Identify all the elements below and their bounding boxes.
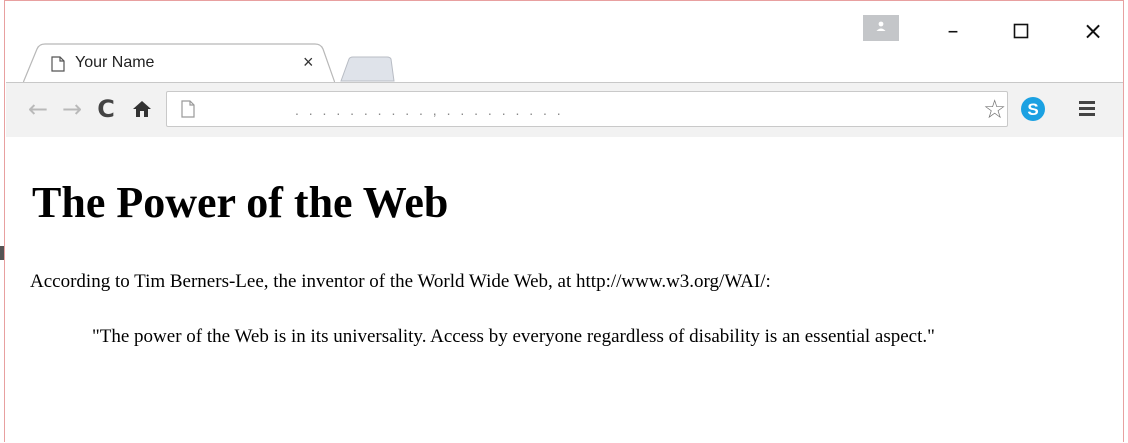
quote-block: "The power of the Web is in its universa… [92,326,935,347]
browser-toolbar: ← → C . . . . . . . . . . , . . . . . . … [6,82,1123,138]
profile-icon [875,19,887,37]
address-bar[interactable]: . . . . . . . . . . , . . . . . . . . . … [166,91,1008,127]
back-button[interactable]: ← [24,95,52,123]
minimize-button[interactable]: – [925,11,981,51]
reload-button[interactable]: C [92,95,120,123]
page-heading: The Power of the Web [32,178,449,227]
document-icon [51,56,65,72]
bookmark-star-icon[interactable]: ☆ [983,95,1006,125]
page-content: The Power of the Web According to Tim Be… [6,137,1123,443]
maximize-button[interactable] [993,11,1049,51]
intro-paragraph: According to Tim Berners-Lee, the invent… [30,271,771,292]
title-bar: Your Name × – × [5,1,1123,83]
tab-shape [23,43,335,83]
page-icon [181,100,195,123]
tab-your-name[interactable]: Your Name × [23,43,335,83]
maximize-icon [1013,23,1029,39]
tab-title: Your Name [75,54,155,71]
browser-window: Your Name × – × ← → C . . . . . . . . . … [4,0,1124,443]
skype-extension-icon[interactable]: S [1020,96,1046,122]
svg-text:S: S [1027,100,1038,119]
home-icon [133,101,151,117]
menu-icon[interactable] [1076,97,1098,119]
close-window-button[interactable]: × [1065,11,1121,51]
forward-button[interactable]: → [58,95,86,123]
tab-close-button[interactable]: × [303,52,314,73]
new-tab-button[interactable] [339,56,395,82]
address-input[interactable]: . . . . . . . . . . , . . . . . . . . . [295,102,564,118]
profile-button[interactable] [863,15,899,41]
home-button[interactable] [128,95,156,123]
